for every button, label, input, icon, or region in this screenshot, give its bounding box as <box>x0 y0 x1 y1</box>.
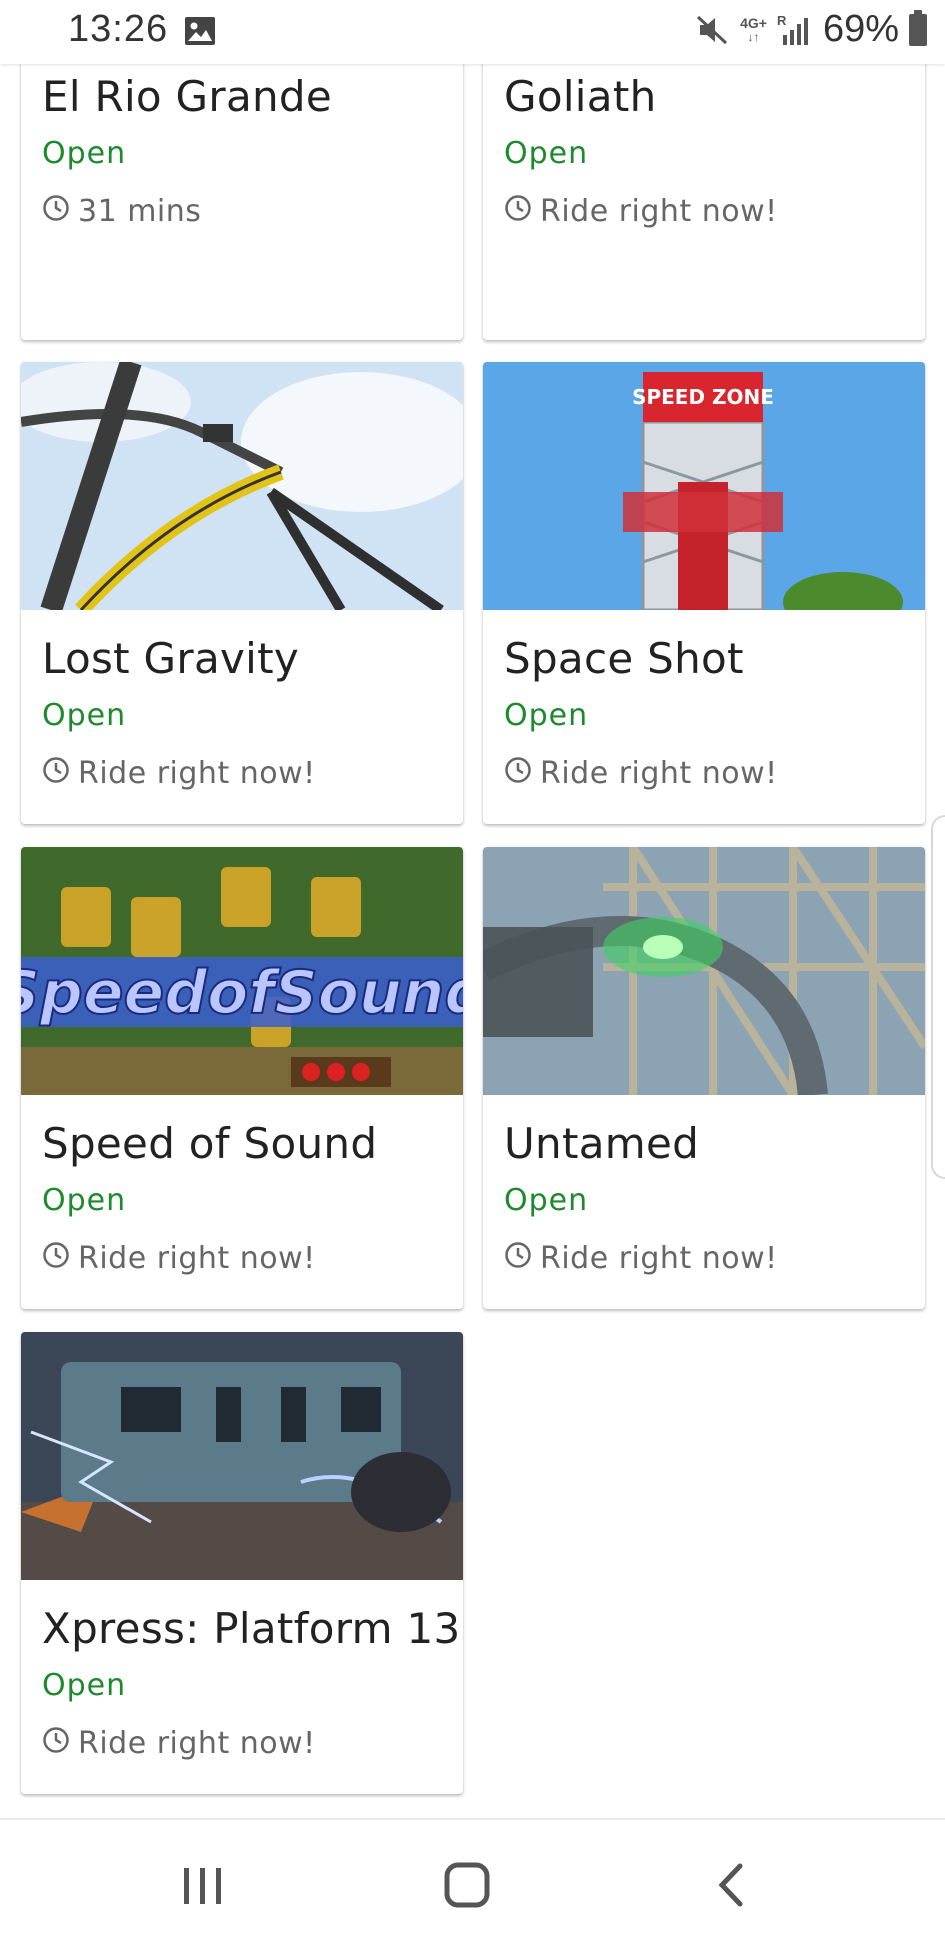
ride-name: El Rio Grande <box>42 72 333 121</box>
network-type: 4G+ <box>740 14 767 31</box>
ride-image <box>21 1332 463 1580</box>
ride-status: Open <box>42 1183 127 1218</box>
ride-name: Speed of Sound <box>42 1119 378 1168</box>
ride-wait: Ride right now! <box>42 756 316 791</box>
ride-wait-text: Ride right now! <box>78 756 316 791</box>
sign-text: SPEED ZONE <box>632 385 774 409</box>
clock-icon <box>505 756 531 783</box>
clock-icon <box>43 1241 69 1268</box>
ride-wait: 31 mins <box>42 194 201 229</box>
ride-name: Xpress: Platform 13 <box>42 1604 461 1653</box>
ride-name: Space Shot <box>504 634 744 683</box>
clock-icon <box>505 1241 531 1268</box>
ride-wait-text: Ride right now! <box>78 1241 316 1276</box>
battery-icon <box>909 9 927 46</box>
mute-icon <box>697 15 728 44</box>
ride-status: Open <box>42 698 127 733</box>
navigation-bar <box>0 1818 945 1945</box>
ride-wait-text: Ride right now! <box>540 194 778 229</box>
ride-wait: Ride right now! <box>504 756 778 791</box>
logo-text: SpeedofSound <box>21 958 463 1028</box>
ride-name: Lost Gravity <box>42 634 300 683</box>
ride-name: Untamed <box>504 1119 700 1168</box>
ride-wait: Ride right now! <box>504 194 778 229</box>
battery-percent: 69% <box>822 8 899 50</box>
status-icons: 4G+ ↓↑ R 69% <box>694 8 927 51</box>
ride-image: SPEED ZONE <box>483 362 925 610</box>
ride-wait: Ride right now! <box>42 1241 316 1276</box>
ride-wait: Ride right now! <box>504 1241 778 1276</box>
back-icon[interactable] <box>700 1860 760 1910</box>
ride-wait: Ride right now! <box>42 1726 316 1761</box>
ride-image <box>21 362 463 610</box>
network-indicator: 4G+ ↓↑ <box>740 14 767 44</box>
signal-icon: R <box>777 13 808 45</box>
ride-card-untamed[interactable]: Untamed Open Ride right now! <box>483 847 925 1309</box>
clock-icon <box>43 756 69 783</box>
ride-status: Open <box>504 136 589 171</box>
ride-status: Open <box>42 136 127 171</box>
clock-icon <box>505 194 531 221</box>
clock-icon <box>43 194 69 221</box>
home-icon[interactable] <box>437 1860 497 1910</box>
ride-image: SpeedofSound <box>21 847 463 1095</box>
ride-wait-text: Ride right now! <box>540 756 778 791</box>
ride-wait-text: Ride right now! <box>540 1241 778 1276</box>
status-time: 13:26 <box>68 8 169 50</box>
ride-card-speed-of-sound[interactable]: SpeedofSound Speed of Sound Open Ride ri… <box>21 847 463 1309</box>
roaming-label: R <box>777 13 787 28</box>
ride-wait-text: 31 mins <box>78 194 202 229</box>
ride-status: Open <box>504 1183 589 1218</box>
ride-name: Goliath <box>504 72 657 121</box>
recent-apps-icon[interactable] <box>173 1860 233 1910</box>
ride-status: Open <box>42 1668 127 1703</box>
clock-icon <box>43 1726 69 1753</box>
status-bar: 13:26 4G+ ↓↑ R 69% <box>0 0 945 64</box>
image-icon <box>185 17 215 45</box>
ride-status: Open <box>504 698 589 733</box>
ride-card-space-shot[interactable]: SPEED ZONE Space Shot Open Ride right no… <box>483 362 925 824</box>
ride-card-xpress-platform-13[interactable]: Xpress: Platform 13 Open Ride right now! <box>21 1332 463 1794</box>
ride-image <box>483 847 925 1095</box>
ride-wait-text: Ride right now! <box>78 1726 316 1761</box>
edge-panel-handle[interactable] <box>931 815 945 1179</box>
ride-card-lost-gravity[interactable]: Lost Gravity Open Ride right now! <box>21 362 463 824</box>
